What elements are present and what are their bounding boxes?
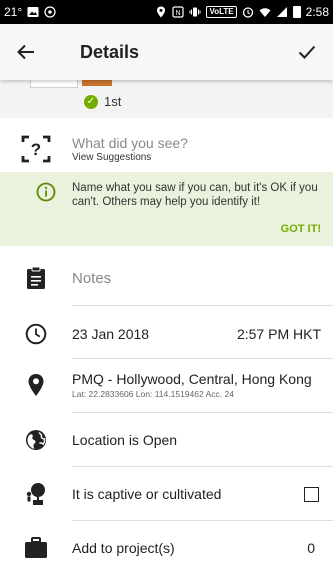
- clipboard-icon: [27, 266, 45, 289]
- temperature: 21°: [4, 5, 23, 19]
- notes-input[interactable]: Notes: [72, 270, 111, 287]
- species-question-icon: ?: [21, 135, 51, 163]
- location-name: PMQ - Hollywood, Central, Hong Kong: [72, 371, 312, 387]
- divider: [72, 412, 333, 413]
- image-icon: [27, 6, 39, 18]
- app-bar: Details: [0, 24, 333, 80]
- checkmark-icon: ✓: [84, 94, 98, 109]
- geoprivacy-label: Location is Open: [72, 432, 178, 448]
- volte-badge: VoLTE: [206, 6, 237, 18]
- divider: [72, 520, 333, 521]
- datetime-row[interactable]: 23 Jan 2018 2:57 PM HKT: [0, 314, 333, 354]
- observation-date: 23 Jan 2018: [72, 326, 150, 342]
- svg-text:N: N: [176, 10, 181, 17]
- divider: [72, 305, 333, 306]
- captive-label: It is captive or cultivated: [72, 486, 222, 502]
- divider: [72, 466, 333, 467]
- whatsapp-icon: [44, 6, 56, 18]
- identification-tip: Name what you saw if you can, but it's O…: [0, 172, 333, 246]
- alarm-icon: [242, 6, 254, 18]
- species-guess-row[interactable]: ? What did you see? View Suggestions: [0, 128, 333, 170]
- briefcase-icon: [25, 537, 47, 558]
- signal-icon: [276, 6, 288, 18]
- view-suggestions-link[interactable]: View Suggestions: [72, 152, 188, 163]
- info-icon: [36, 182, 56, 202]
- captive-plant-icon: [26, 483, 45, 505]
- photo-preview[interactable]: [82, 80, 112, 86]
- projects-row[interactable]: Add to project(s) 0: [0, 528, 333, 568]
- wifi-icon: [259, 6, 271, 18]
- back-button[interactable]: [0, 24, 52, 80]
- nfc-icon: N: [172, 6, 185, 18]
- clock: 2:58: [305, 5, 329, 19]
- globe-icon: [26, 430, 46, 450]
- arrow-back-icon: [17, 44, 34, 60]
- projects-count: 0: [307, 540, 315, 556]
- captive-row[interactable]: It is captive or cultivated: [0, 474, 333, 514]
- location-icon: [155, 6, 167, 18]
- battery-icon: [292, 6, 301, 18]
- tip-text: Name what you saw if you can, but it's O…: [72, 182, 318, 208]
- location-row[interactable]: PMQ - Hollywood, Central, Hong Kong Lat:…: [0, 363, 333, 407]
- rank-badge: ✓ 1st: [84, 94, 121, 109]
- clock-icon: [25, 323, 47, 345]
- got-it-button[interactable]: GOT IT!: [281, 223, 321, 235]
- taxon-strip: ✓ 1st: [0, 76, 333, 118]
- page-title: Details: [80, 41, 140, 62]
- geoprivacy-row[interactable]: Location is Open: [0, 420, 333, 460]
- captive-checkbox[interactable]: [304, 486, 319, 502]
- notes-row[interactable]: Notes: [0, 256, 333, 300]
- rank-badge-label: 1st: [104, 94, 122, 109]
- location-coordinates: Lat: 22.2833606 Lon: 114.1519462 Acc. 24: [72, 389, 234, 399]
- map-pin-icon: [28, 374, 44, 396]
- observation-time: 2:57 PM HKT: [236, 326, 321, 342]
- svg-text:?: ?: [31, 140, 41, 159]
- check-icon: [298, 45, 316, 59]
- vibrate-icon: [189, 6, 201, 18]
- projects-label: Add to project(s): [72, 540, 175, 556]
- species-guess-field[interactable]: What did you see?: [72, 135, 188, 151]
- status-bar: 21° N VoLTE 2:58: [0, 0, 333, 24]
- divider: [72, 358, 333, 359]
- save-button[interactable]: [281, 24, 333, 80]
